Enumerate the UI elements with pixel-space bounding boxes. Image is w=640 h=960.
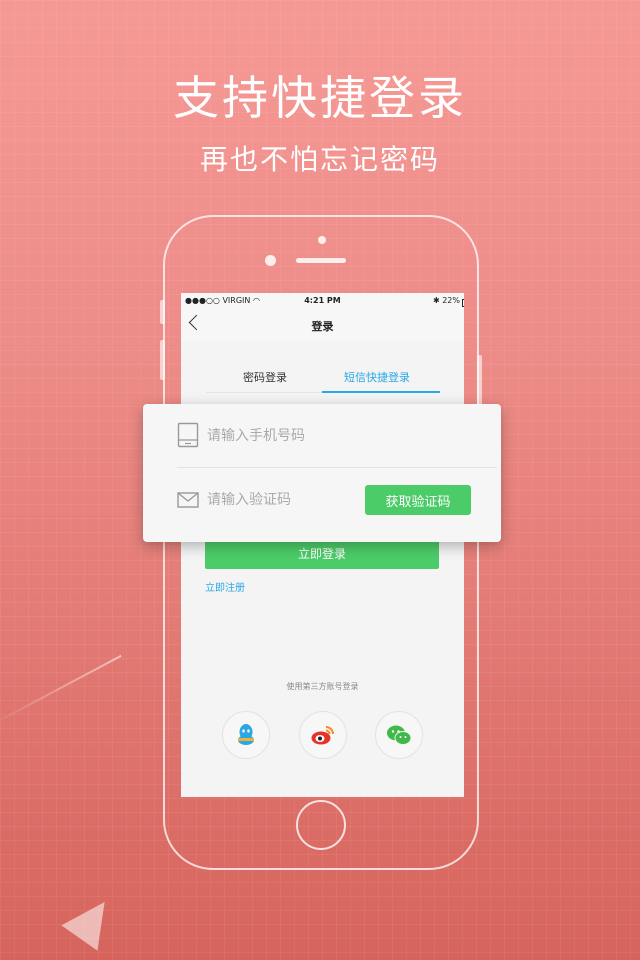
battery-percent: 22% bbox=[442, 296, 460, 305]
proximity-sensor-icon bbox=[318, 236, 326, 244]
verification-code-input[interactable] bbox=[207, 488, 377, 512]
mobile-phone-icon bbox=[177, 422, 199, 448]
battery-icon bbox=[462, 299, 464, 307]
home-button[interactable] bbox=[296, 800, 346, 850]
login-tabs: 密码登录 短信快捷登录 bbox=[181, 363, 464, 403]
tab-sms-login[interactable]: 短信快捷登录 bbox=[344, 369, 410, 385]
weibo-login-button[interactable] bbox=[299, 711, 347, 759]
sms-login-card: 获取验证码 bbox=[143, 404, 501, 542]
get-code-button[interactable]: 获取验证码 bbox=[365, 485, 471, 515]
qq-icon bbox=[238, 724, 254, 745]
active-tab-indicator bbox=[322, 391, 440, 393]
phone-power-button bbox=[477, 355, 482, 405]
tab-password-login[interactable]: 密码登录 bbox=[243, 369, 287, 385]
envelope-icon bbox=[177, 492, 199, 508]
wechat-login-button[interactable] bbox=[375, 711, 423, 759]
earpiece-speaker bbox=[296, 258, 346, 263]
weibo-icon bbox=[311, 726, 334, 745]
phone-number-input[interactable] bbox=[207, 424, 377, 448]
nav-bar: 登录 bbox=[181, 309, 464, 341]
wechat-icon bbox=[387, 725, 412, 745]
phone-volume-button bbox=[160, 340, 165, 380]
status-time: 4:21 PM bbox=[304, 296, 341, 305]
light-streak-decoration bbox=[0, 654, 122, 728]
third-party-label: 使用第三方账号登录 bbox=[286, 682, 359, 691]
phone-volume-button bbox=[160, 300, 165, 324]
front-camera-icon bbox=[265, 255, 276, 266]
phone-row bbox=[177, 404, 497, 468]
status-right: ✱ 22% bbox=[432, 296, 464, 307]
promo-subline: 再也不怕忘记密码 bbox=[199, 143, 440, 176]
nav-title: 登录 bbox=[311, 320, 334, 333]
register-link[interactable]: 立即注册 bbox=[205, 579, 245, 594]
bluetooth-icon: ✱ bbox=[432, 296, 440, 305]
paper-plane-icon bbox=[61, 889, 123, 951]
code-row: 获取验证码 bbox=[177, 468, 497, 532]
qq-login-button[interactable] bbox=[222, 711, 270, 759]
promo-headline: 支持快捷登录 bbox=[173, 71, 467, 125]
phone-screen: ●●●○○ VIRGIN ◠ 4:21 PM ✱ 22% 登录 密码登录 短信快… bbox=[181, 293, 464, 797]
login-button[interactable]: 立即登录 bbox=[205, 539, 439, 569]
status-bar: ●●●○○ VIRGIN ◠ 4:21 PM ✱ 22% bbox=[181, 293, 464, 309]
